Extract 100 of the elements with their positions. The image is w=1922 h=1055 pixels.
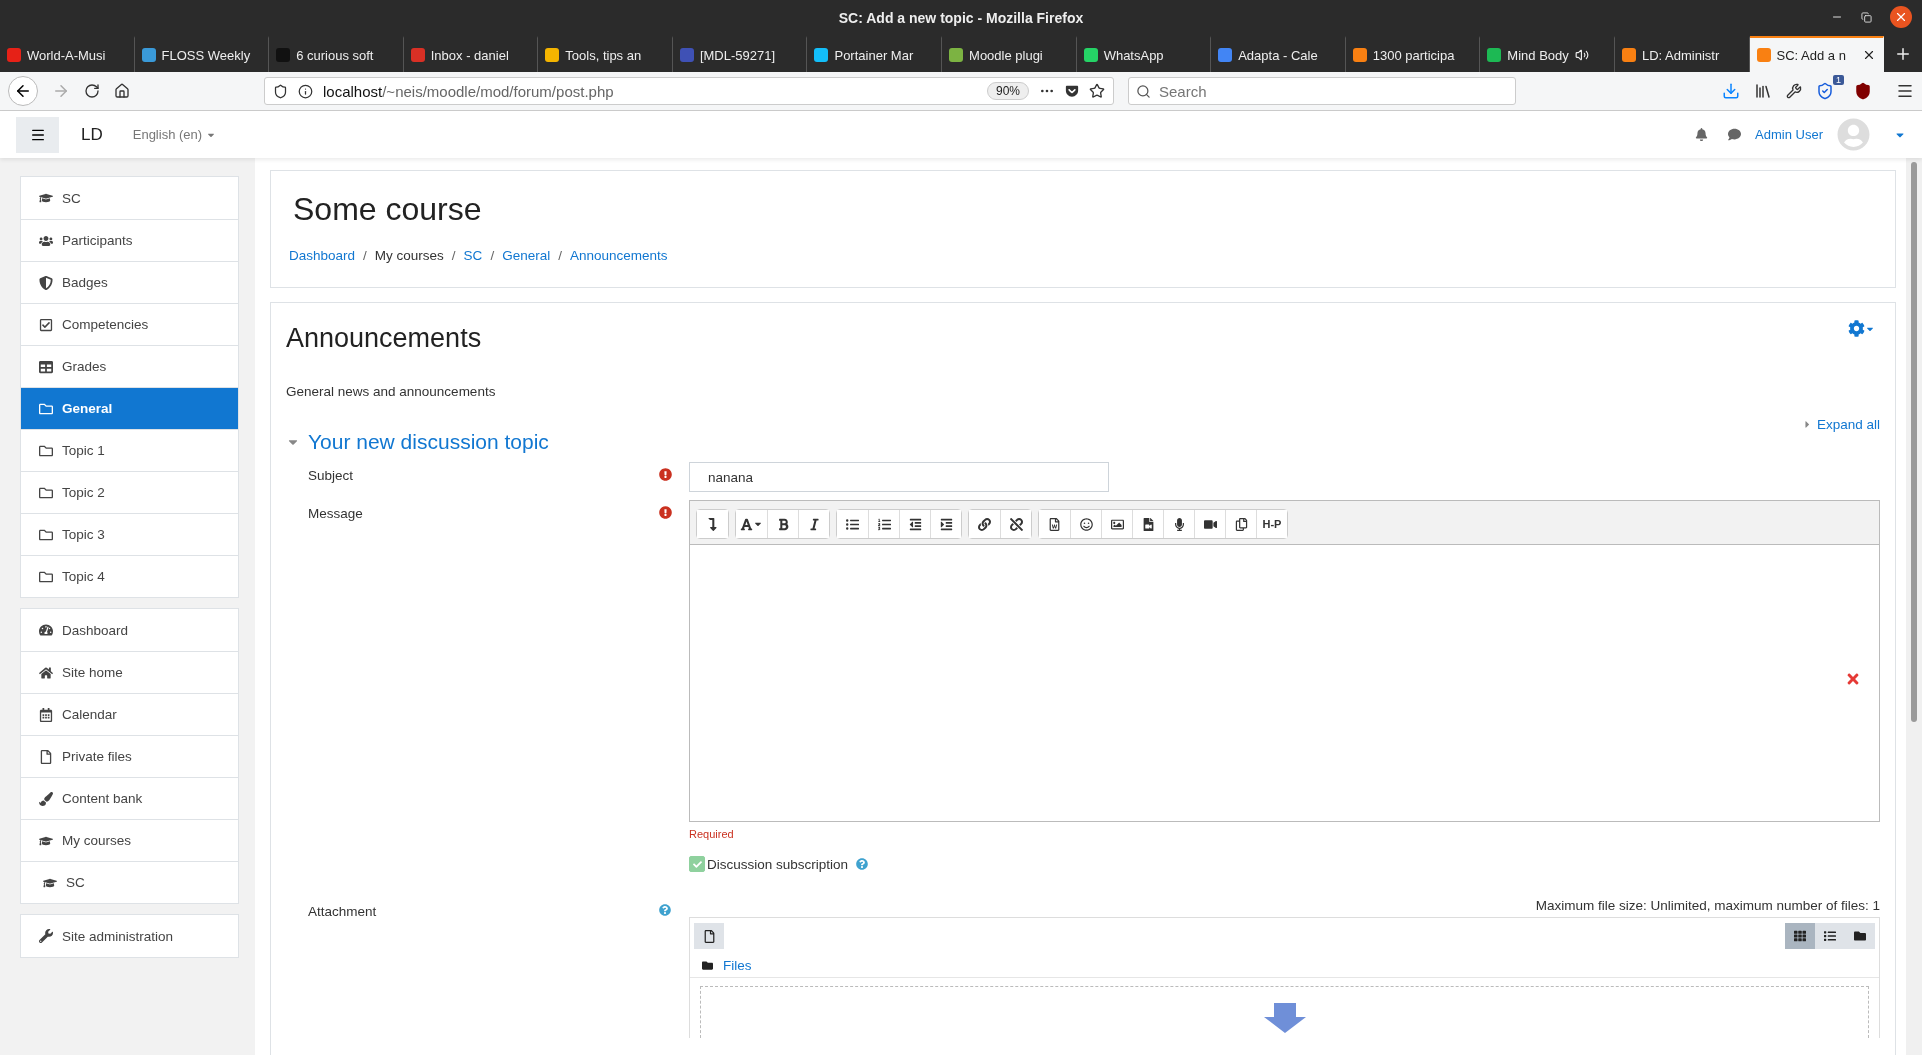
video-file-icon [1141, 517, 1155, 531]
folder-icon [39, 443, 53, 458]
home-icon [39, 665, 53, 680]
toolbar-button[interactable] [1000, 510, 1031, 538]
shield-icon[interactable] [1816, 82, 1834, 100]
expand-all-link[interactable]: Expand all [1801, 417, 1880, 432]
info-icon [298, 83, 313, 99]
course-title: Some course [293, 191, 483, 228]
settings-icon [1848, 320, 1865, 337]
search-field[interactable]: Search [1128, 77, 1516, 105]
breadcrumb-link[interactable]: General [502, 248, 551, 263]
extension-badge: 1 [1833, 75, 1844, 85]
error-text: Required [689, 828, 735, 840]
home-icon[interactable] [114, 83, 130, 99]
address-bar[interactable]: localhost/~neis/moodle/mod/forum/post.php 90% [264, 77, 1114, 105]
toolbar-button[interactable] [697, 510, 728, 538]
breadcrumb-link[interactable]: SC [463, 248, 483, 263]
tab-title: 1300 participa [1372, 47, 1455, 63]
view-button[interactable] [1785, 923, 1815, 949]
wrench-icon[interactable] [1786, 83, 1802, 99]
breadcrumb-link[interactable]: Announcements [569, 248, 668, 263]
zoom-level[interactable]: 90% [986, 82, 1029, 100]
table-icon [39, 359, 53, 374]
breadcrumb-separator: / [558, 248, 562, 263]
restore-icon[interactable] [1861, 11, 1872, 23]
tab-title: LD: Administr [1641, 47, 1720, 63]
field-label: Message [307, 505, 364, 523]
breadcrumb-separator: / [451, 248, 456, 263]
user-menu[interactable]: Admin User [1755, 127, 1823, 142]
tab-title: World-A-Musi [27, 47, 106, 63]
help-icon[interactable] [856, 858, 869, 870]
browser-tab[interactable]: SC: Add a n [1749, 36, 1885, 72]
toolbar-button[interactable]: H-P [1256, 510, 1287, 538]
close-icon [1894, 10, 1908, 24]
word-document-icon [1048, 517, 1061, 531]
reload-icon[interactable] [84, 83, 100, 99]
numbered-list-icon [877, 517, 891, 531]
menu-button[interactable] [16, 116, 59, 153]
library-icon[interactable] [1754, 82, 1772, 100]
bold-icon [776, 517, 790, 531]
tab-title: SC: Add a n [1776, 47, 1846, 63]
checkbox-label: Discussion subscription [707, 856, 849, 872]
help-icon[interactable] [659, 904, 671, 916]
image-icon [1110, 517, 1124, 531]
check-icon [692, 859, 702, 869]
field-label: Attachment [307, 903, 378, 921]
graduation-cap-icon [39, 191, 53, 205]
tab-title: 6 curious soft [296, 47, 374, 63]
breadcrumb-text: My courses [374, 248, 444, 263]
smiley-icon [1079, 517, 1093, 531]
folder-icon [39, 401, 53, 416]
download-icon[interactable] [1722, 82, 1740, 100]
view-button[interactable] [1845, 923, 1875, 949]
message-editor[interactable]: H-P [689, 500, 1880, 822]
close-icon [1845, 671, 1861, 687]
sidebar-item[interactable]: General [21, 387, 238, 429]
breadcrumb-link[interactable]: Dashboard [289, 248, 356, 263]
forum-title: Announcements [286, 323, 482, 354]
shield-icon [273, 83, 288, 99]
subscription-checkbox[interactable] [689, 856, 705, 872]
tab-title: Inbox - daniel [430, 47, 509, 63]
message-icon[interactable] [1728, 128, 1742, 141]
calendar-icon [39, 707, 53, 722]
speaker-icon[interactable] [1574, 48, 1589, 62]
scrollbar[interactable] [1906, 158, 1922, 1055]
folder-icon [39, 527, 53, 542]
add-file-button[interactable] [694, 923, 724, 949]
toolbar-button[interactable] [930, 510, 961, 538]
list-icon [1824, 930, 1836, 942]
font-icon [740, 517, 753, 531]
tab-title: Mind Body [1507, 47, 1569, 63]
italic-icon [807, 517, 821, 531]
tab-title: [MDL-59271] [699, 47, 776, 63]
gauge-icon [39, 623, 53, 637]
close-button[interactable] [1890, 6, 1912, 28]
checkbox-icon [39, 317, 53, 332]
back-button[interactable] [8, 76, 38, 106]
shield-icon [39, 275, 53, 290]
notification-icon[interactable] [1695, 128, 1709, 141]
folder-icon [1854, 930, 1866, 942]
video-camera-icon [1203, 517, 1217, 531]
pocket-icon[interactable] [1065, 84, 1079, 98]
field-label: Subject [307, 467, 355, 485]
file-icon [702, 929, 716, 943]
file-icon [39, 749, 53, 764]
star-icon[interactable] [1089, 83, 1105, 99]
view-button[interactable] [1815, 923, 1845, 949]
tab-title: WhatsApp [1103, 47, 1164, 63]
grid-icon [1794, 930, 1806, 942]
subject-field[interactable]: nanana [689, 462, 1109, 492]
brush-icon [39, 791, 53, 806]
tab-title: Moodle plugi [969, 47, 1043, 63]
forum-description: General news and announcements [286, 384, 497, 399]
files-link[interactable]: Files [690, 954, 1879, 978]
language-menu[interactable]: English (en) [126, 126, 223, 143]
toolbar-button[interactable] [798, 510, 829, 538]
outdent-icon [908, 517, 922, 531]
site-name[interactable]: LD [81, 124, 103, 145]
shield-icon[interactable] [1854, 82, 1872, 100]
menu-icon[interactable] [1896, 82, 1914, 100]
